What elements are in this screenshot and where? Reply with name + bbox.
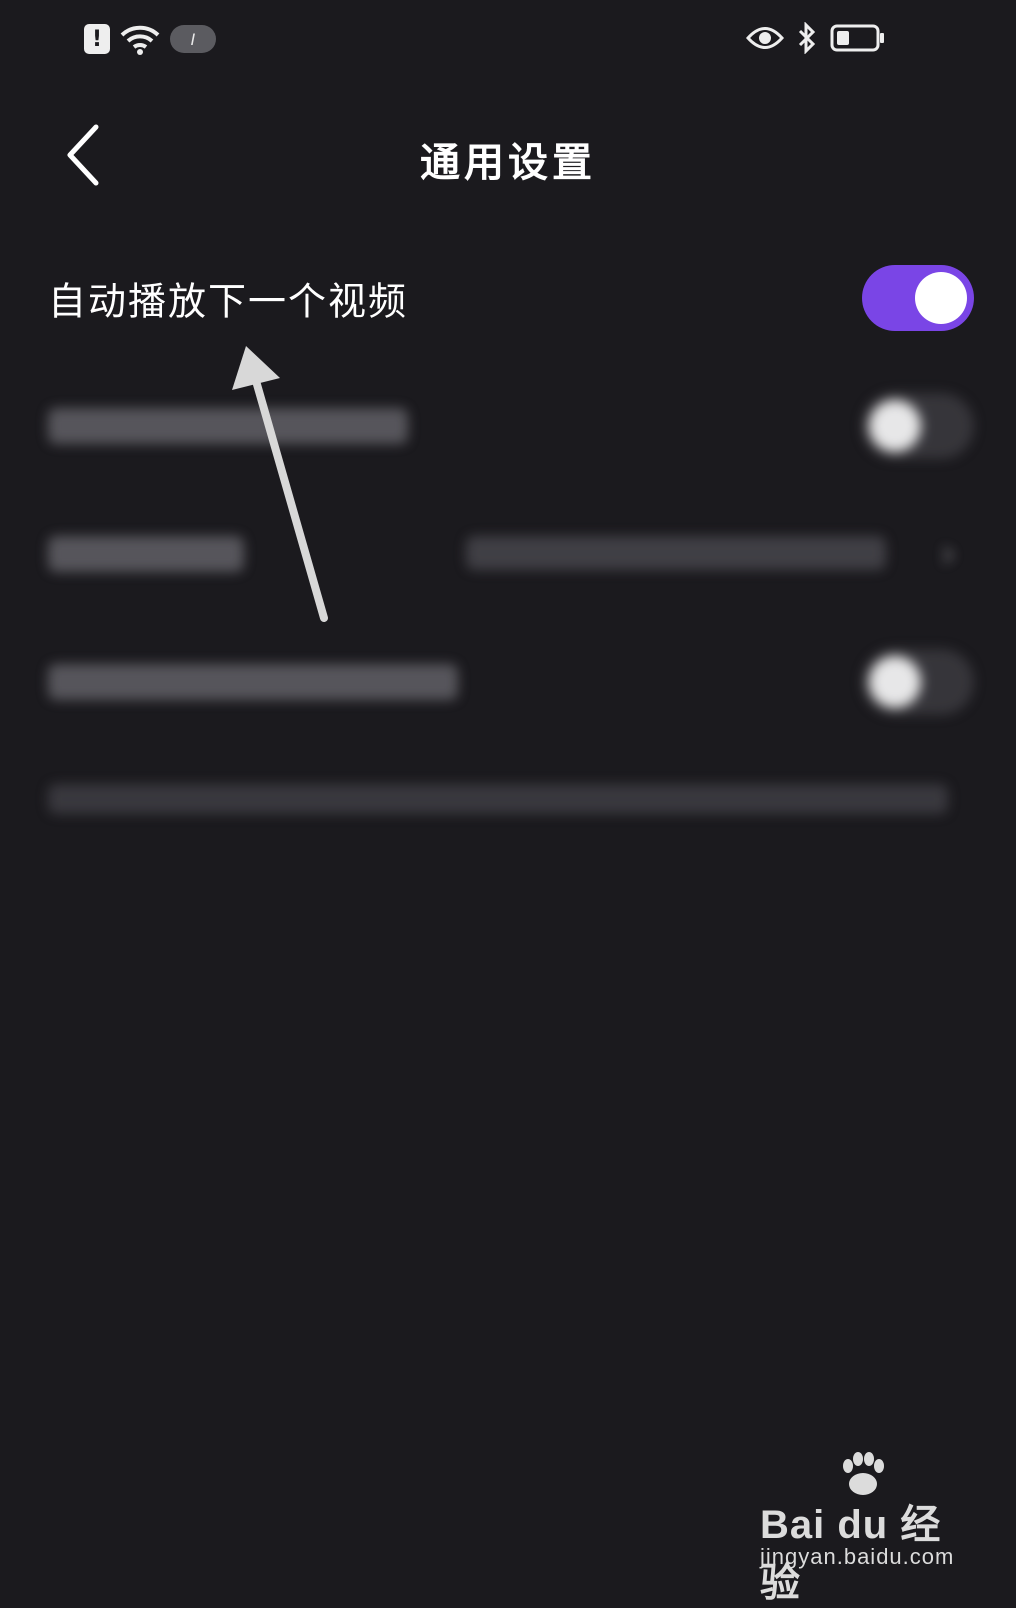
setting-row-auto-play-next: 自动播放下一个视频 bbox=[0, 250, 1016, 346]
header: 通用设置 bbox=[0, 110, 1016, 200]
blurred-toggle-3[interactable] bbox=[862, 649, 974, 715]
toggle-knob bbox=[915, 272, 967, 324]
blurred-setting-row-2: › bbox=[0, 506, 1016, 602]
status-left-group: ! I bbox=[84, 22, 216, 56]
watermark-url: jingyan.baidu.com bbox=[760, 1544, 955, 1569]
status-right-group bbox=[746, 20, 886, 56]
status-pill: I bbox=[170, 25, 216, 53]
page-title: 通用设置 bbox=[420, 140, 596, 186]
watermark: Bai du 经验 jingyan.baidu.com bbox=[760, 1452, 960, 1605]
chevron-right-icon: › bbox=[940, 531, 956, 577]
blurred-note bbox=[48, 784, 948, 814]
alert-icon: ! bbox=[84, 24, 110, 54]
eye-icon bbox=[746, 27, 784, 49]
status-bar: ! I bbox=[0, 0, 1016, 80]
blurred-setting-row-1 bbox=[0, 378, 1016, 474]
blurred-value bbox=[466, 536, 886, 570]
wifi-icon bbox=[120, 25, 160, 55]
auto-play-next-toggle[interactable] bbox=[862, 265, 974, 331]
blurred-label bbox=[48, 536, 244, 572]
toggle-knob bbox=[869, 400, 921, 452]
blurred-label bbox=[48, 664, 458, 700]
blurred-setting-row-3 bbox=[0, 634, 1016, 730]
battery-icon bbox=[830, 24, 884, 52]
annotation-arrow-icon bbox=[232, 346, 328, 622]
paw-icon bbox=[843, 1452, 884, 1495]
toggle-knob bbox=[869, 656, 921, 708]
auto-play-next-label: 自动播放下一个视频 bbox=[48, 279, 409, 324]
blurred-toggle-1[interactable] bbox=[862, 393, 974, 459]
bluetooth-icon bbox=[798, 22, 816, 54]
